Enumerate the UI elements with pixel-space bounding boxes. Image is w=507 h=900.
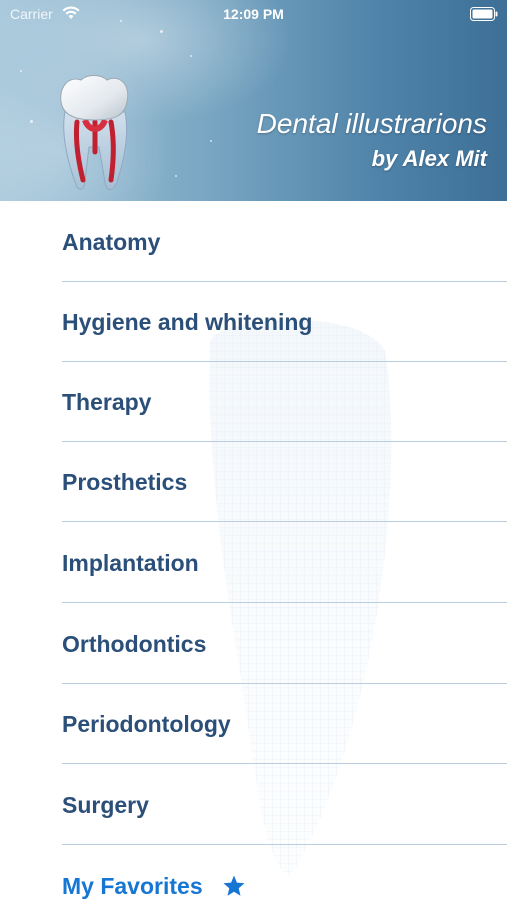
menu-item-label: Periodontology	[62, 711, 231, 737]
app-title: Dental illustrarions	[256, 108, 487, 139]
menu-item-label: Orthodontics	[62, 631, 207, 657]
menu-item-label: Anatomy	[62, 229, 161, 255]
menu-item-label: Hygiene and whitening	[62, 309, 313, 335]
menu-item-therapy[interactable]: Therapy	[62, 361, 507, 442]
status-time: 12:09 PM	[223, 6, 284, 22]
category-menu: Anatomy Hygiene and whitening Therapy Pr…	[0, 201, 507, 900]
menu-item-hygiene-and-whitening[interactable]: Hygiene and whitening	[62, 281, 507, 362]
menu-item-surgery[interactable]: Surgery	[62, 764, 507, 845]
app-header: Carrier 12:09 PM Dental illustrarions by…	[0, 0, 507, 201]
app-subtitle: by Alex Mit	[371, 146, 487, 171]
menu-item-label: Implantation	[62, 550, 199, 576]
menu-item-anatomy[interactable]: Anatomy	[62, 201, 507, 282]
menu-item-my-favorites[interactable]: My Favorites	[62, 845, 507, 900]
menu-item-label: Therapy	[62, 389, 152, 415]
battery-icon	[470, 7, 498, 21]
menu-item-implantation[interactable]: Implantation	[62, 522, 507, 603]
menu-item-label: Prosthetics	[62, 469, 188, 495]
menu-item-periodontology[interactable]: Periodontology	[62, 683, 507, 764]
menu-item-label: Surgery	[62, 792, 149, 818]
status-bar: Carrier 12:09 PM	[0, 0, 507, 28]
menu-item-orthodontics[interactable]: Orthodontics	[62, 603, 507, 684]
star-icon	[223, 875, 245, 896]
menu-item-prosthetics[interactable]: Prosthetics	[62, 441, 507, 522]
menu-item-label: My Favorites	[62, 873, 203, 899]
tooth-icon	[60, 75, 129, 190]
